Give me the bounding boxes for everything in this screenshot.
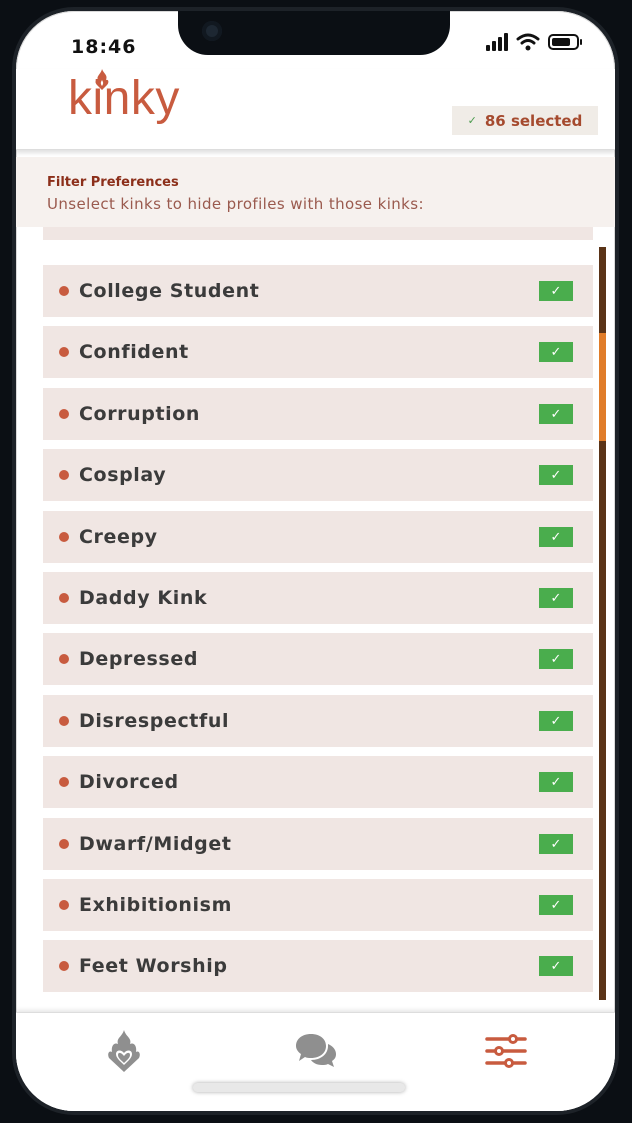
kink-label: Confident [79,341,189,363]
filter-subtitle: Unselect kinks to hide profiles with tho… [47,195,424,213]
check-icon: ✓ [467,114,477,127]
bullet-icon [59,470,69,480]
selected-count-badge: ✓ 86 selected [452,106,598,135]
kink-item[interactable]: Dwarf/Midget ✓ [43,818,593,870]
kink-checkbox[interactable]: ✓ [539,588,573,608]
sliders-icon [485,1034,527,1068]
kink-item[interactable]: Divorced ✓ [43,756,593,808]
battery-icon [548,34,582,50]
bullet-icon [59,777,69,787]
kink-checkbox[interactable]: ✓ [539,527,573,547]
kink-item[interactable]: Depressed ✓ [43,633,593,685]
wifi-icon [516,33,540,51]
kink-label: Disrespectful [79,710,230,732]
flame-heart-logo-icon [95,69,109,90]
flame-heart-icon [108,1030,140,1072]
signal-icon [486,33,508,51]
app-logo: kinky [68,69,180,126]
kink-item[interactable]: Confident ✓ [43,326,593,378]
kink-checkbox[interactable]: ✓ [539,711,573,731]
bullet-icon [59,839,69,849]
selected-count-text: 86 selected [484,111,583,130]
kink-item[interactable]: College Student ✓ [43,265,593,317]
bullet-icon [59,347,69,357]
kink-checkbox[interactable]: ✓ [539,404,573,424]
bullet-icon [59,532,69,542]
app-header: kinky ✓ 86 selected [16,69,615,150]
kink-label: Divorced [79,771,179,793]
kink-item[interactable]: Corruption ✓ [43,388,593,440]
nav-chat-button[interactable] [294,1027,338,1075]
kink-item[interactable]: Creepy ✓ [43,511,593,563]
list-item-partial [43,227,593,240]
kink-checkbox[interactable]: ✓ [539,772,573,792]
kink-label: Cosplay [79,464,167,486]
kink-label: Daddy Kink [79,587,208,609]
kink-checkbox[interactable]: ✓ [539,895,573,915]
bullet-icon [59,409,69,419]
bullet-icon [59,961,69,971]
status-icons [486,33,582,51]
filter-preferences-panel: Filter Preferences Unselect kinks to hid… [16,157,615,227]
scrollbar-thumb[interactable] [599,333,606,441]
bullet-icon [59,716,69,726]
nav-filter-button[interactable] [484,1027,528,1075]
kink-item[interactable]: Daddy Kink ✓ [43,572,593,624]
kink-checkbox[interactable]: ✓ [539,465,573,485]
kink-label: Dwarf/Midget [79,833,232,855]
kink-label: Feet Worship [79,955,228,977]
bullet-icon [59,900,69,910]
logo-text: kinky [68,72,180,125]
bottom-nav [16,1012,615,1111]
home-indicator[interactable] [193,1083,405,1092]
bullet-icon [59,654,69,664]
bullet-icon [59,593,69,603]
kink-label: Corruption [79,403,201,425]
kink-item[interactable]: Exhibitionism ✓ [43,879,593,931]
nav-feed-button[interactable] [102,1027,146,1075]
status-time: 18:46 [71,36,137,58]
kink-label: Exhibitionism [79,894,232,916]
notch [178,11,450,55]
scrollbar[interactable] [599,247,606,1000]
kink-item[interactable]: Disrespectful ✓ [43,695,593,747]
kink-label: College Student [79,280,260,302]
kink-label: Creepy [79,526,158,548]
camera-icon [202,21,222,41]
chat-bubbles-icon [296,1034,336,1067]
filter-title: Filter Preferences [47,175,179,190]
bullet-icon [59,286,69,296]
kink-item[interactable]: Feet Worship ✓ [43,940,593,992]
kink-item[interactable]: Cosplay ✓ [43,449,593,501]
kink-checkbox[interactable]: ✓ [539,281,573,301]
kink-checkbox[interactable]: ✓ [539,834,573,854]
kink-list[interactable]: College Student ✓ Confident ✓ Corruption… [24,227,608,992]
kink-label: Depressed [79,648,199,670]
kink-checkbox[interactable]: ✓ [539,956,573,976]
kink-checkbox[interactable]: ✓ [539,649,573,669]
phone-frame: 18:46 kinky ✓ 86 selected Filter Prefere… [16,11,615,1111]
kink-checkbox[interactable]: ✓ [539,342,573,362]
